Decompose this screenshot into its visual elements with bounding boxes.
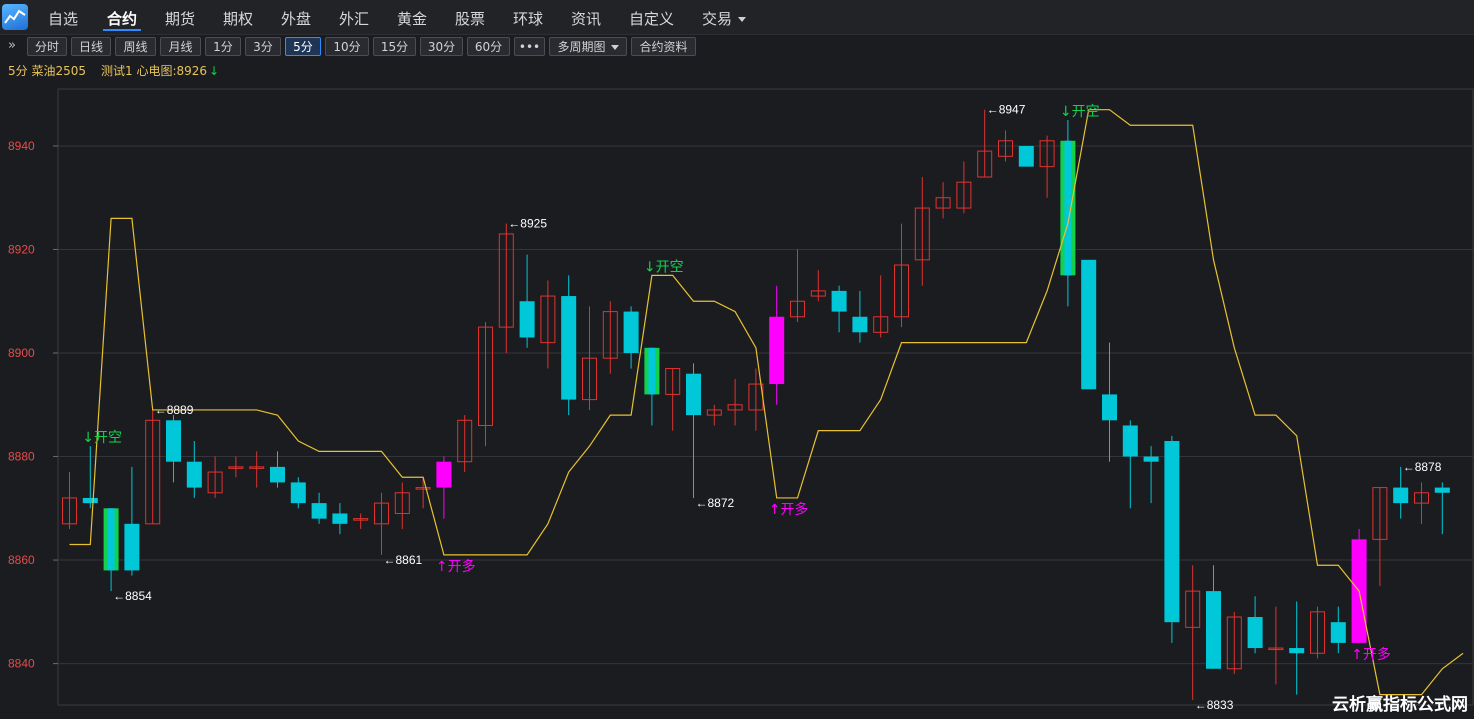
candle-body-down — [831, 290, 847, 312]
price-annotation: ←8861 — [384, 553, 423, 567]
candle-body-down — [1289, 648, 1305, 654]
candle-body-down — [852, 316, 868, 333]
candle-body-down — [332, 513, 348, 524]
trade-signal-label: ↑开多 — [436, 558, 476, 575]
candle-body-down — [166, 420, 181, 462]
trade-signal-label: ↓开空 — [82, 430, 122, 446]
candle-body-down — [124, 523, 140, 571]
candle-body-signal — [436, 461, 452, 488]
candle-body-down — [270, 466, 285, 483]
price-annotation: ←8872 — [696, 496, 735, 510]
candle-body-down — [519, 301, 535, 338]
candle-body-down — [186, 461, 202, 488]
candle-body-down — [1018, 145, 1034, 167]
candle-body-down — [82, 497, 98, 504]
y-axis-tick-label: 8880 — [8, 450, 35, 464]
candle-body-down — [1206, 591, 1221, 669]
candle-body-down — [1247, 617, 1263, 649]
candle-body-down — [1393, 487, 1409, 504]
indicator-line — [69, 109, 1464, 696]
candle-body-down — [290, 482, 306, 504]
y-axis-tick-label: 8860 — [8, 553, 35, 567]
price-annotation: ←8833 — [1195, 698, 1234, 712]
trade-signal-label: ↓开空 — [644, 259, 684, 275]
y-axis-tick-label: 8920 — [8, 242, 35, 256]
candle-body-signal-inner — [107, 508, 115, 571]
candle-body-down — [686, 373, 701, 416]
candle-body-signal-inner — [648, 347, 656, 395]
trade-signal-label: ↓开空 — [1060, 104, 1100, 120]
candle-body-down — [1122, 425, 1138, 457]
price-annotation: ←8947 — [987, 103, 1026, 117]
price-annotation: ←8925 — [508, 217, 547, 231]
candle-body-signal — [769, 316, 785, 385]
candle-body-down — [1102, 394, 1117, 421]
candle-body-down — [623, 311, 639, 353]
price-annotation: ←8854 — [113, 589, 152, 603]
candle-body-down — [1164, 441, 1180, 623]
candle-body-down — [1081, 259, 1097, 390]
candle-body-down — [311, 503, 327, 519]
trade-signal-label: ↑开多 — [769, 501, 809, 518]
candle-body-down — [1143, 456, 1159, 462]
plot-frame — [57, 88, 1474, 706]
y-axis-tick-label: 8840 — [8, 657, 35, 671]
y-axis-tick-label: 8940 — [8, 139, 35, 153]
candle-body-down — [561, 296, 577, 400]
price-annotation: ←8878 — [1403, 460, 1442, 474]
y-axis-tick-label: 8900 — [8, 346, 35, 360]
watermark-text: 云析赢指标公式网 — [1332, 695, 1468, 715]
candle-body-down — [1434, 487, 1450, 493]
candlestick-chart[interactable]: 8840 8860 8880 8900 8920 8940 ←8854 ←8889 ←8861 ←… — [0, 0, 1474, 719]
candle-body-down — [1330, 622, 1346, 643]
trade-signal-label: ↑开多 — [1351, 646, 1391, 663]
price-annotation: ←8889 — [155, 403, 194, 417]
